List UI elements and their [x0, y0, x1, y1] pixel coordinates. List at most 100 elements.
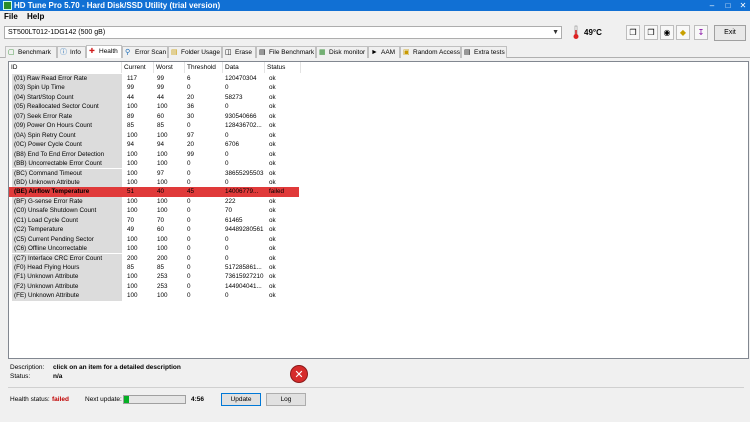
raw-data: 120470304 — [225, 75, 257, 82]
save-button[interactable]: ↧ — [694, 25, 708, 40]
copy-info-button[interactable]: ❐ — [626, 25, 640, 40]
table-row[interactable]: (C0) Unsafe Shutdown Count 100 100 0 70 ok — [9, 206, 299, 216]
maximize-button[interactable]: □ — [720, 0, 736, 11]
table-row[interactable]: (C1) Load Cycle Count 70 70 0 61465 ok — [9, 215, 299, 226]
worst-value: 100 — [157, 207, 168, 215]
chevron-down-icon: ▼ — [552, 29, 559, 36]
table-row[interactable]: (C5) Current Pending Sector 100 100 0 0 ok — [9, 234, 299, 245]
table-row[interactable]: (B8) End To End Error Detection 100 100 99 0… — [9, 149, 299, 159]
table-row[interactable]: (07) Seek Error Rate 89 60 30 930540666 ok — [9, 111, 299, 122]
log-button[interactable]: Log — [266, 393, 306, 406]
window-title: HD Tune Pro 5.70 - Hard Disk/SSD Utility… — [14, 1, 221, 10]
table-row[interactable]: (03) Spin Up Time 99 99 0 0 ok — [9, 83, 299, 93]
table-row[interactable]: (C2) Temperature 49 60 0 94489280561 ok — [9, 225, 299, 235]
raw-data: 0 — [225, 131, 229, 139]
column-header-worst[interactable]: Worst — [154, 62, 185, 73]
table-row[interactable]: (BE) Airflow Temperature 51 40 45 14006779..… — [9, 187, 299, 197]
raw-data: 6706 — [225, 141, 240, 149]
file-icon: ▤ — [259, 49, 266, 56]
random-icon: ▣ — [403, 49, 410, 56]
tab-random-access[interactable]: ▣ Random Access — [400, 46, 461, 58]
attr-id: (BE) Airflow Temperature — [12, 187, 122, 197]
threshold-value: 0 — [187, 84, 191, 92]
menu-file[interactable]: File — [4, 12, 18, 21]
attr-id: (B8) End To End Error Detection — [12, 149, 122, 159]
attr-id: (0A) Spin Retry Count — [12, 130, 122, 141]
tab-folder-usage[interactable]: ▤ Folder Usage — [168, 46, 222, 58]
attr-id: (05) Reallocated Sector Count — [12, 102, 122, 112]
raw-data: 70 — [225, 207, 233, 215]
current-value: 100 — [127, 169, 138, 177]
table-row[interactable]: (BF) G-sense Error Rate 100 100 0 222 ok — [9, 196, 299, 207]
exit-button[interactable]: Exit — [714, 25, 746, 41]
tab-error-scan[interactable]: ⚲ Error Scan — [122, 46, 168, 58]
threshold-value: 0 — [187, 197, 191, 205]
tab-extra-tests[interactable]: ▤ Extra tests — [461, 46, 507, 58]
column-header-id[interactable]: ID — [9, 62, 122, 73]
table-row[interactable]: (04) Start/Stop Count 44 44 20 58273 ok — [9, 92, 299, 103]
table-row[interactable]: (05) Reallocated Sector Count 100 100 36 0 ok — [9, 102, 299, 112]
current-value: 70 — [127, 216, 135, 224]
current-value: 100 — [127, 160, 138, 168]
threshold-value: 0 — [187, 207, 191, 215]
minimize-button[interactable]: – — [704, 0, 720, 11]
table-row[interactable]: (BC) Command Timeout 100 97 0 38655295503 ok — [9, 168, 299, 178]
tab-file-benchmark[interactable]: ▤ File Benchmark — [256, 46, 316, 58]
table-row[interactable]: (0A) Spin Retry Count 100 100 97 0 ok — [9, 130, 299, 141]
tab-health[interactable]: ✚ Health — [86, 45, 122, 58]
attr-id: (BF) G-sense Error Rate — [12, 196, 122, 207]
tab-disk-monitor[interactable]: ▦ Disk monitor — [316, 46, 368, 58]
table-row[interactable]: (C6) Offline Uncorrectable 100 100 0 0 ok — [9, 244, 299, 254]
screenshot-button[interactable]: ◉ — [660, 25, 674, 40]
threshold-value: 0 — [187, 226, 191, 234]
status-value: n/a — [53, 373, 63, 380]
column-header-current[interactable]: Current — [122, 62, 154, 73]
table-row[interactable]: (09) Power On Hours Count 85 85 0 128436702.… — [9, 121, 299, 131]
attr-status: failed — [269, 188, 285, 196]
options-icon: ◆ — [679, 28, 687, 37]
worst-value: 60 — [157, 112, 165, 120]
current-value: 94 — [127, 141, 135, 149]
drive-select[interactable]: ST500LT012-1DG142 (500 gB) ▼ — [4, 26, 562, 39]
current-value: 100 — [127, 292, 138, 300]
update-button[interactable]: Update — [221, 393, 261, 406]
column-header-data[interactable]: Data — [223, 62, 265, 73]
update-progress-fill — [124, 396, 129, 403]
worst-value: 100 — [157, 197, 168, 205]
tab-label: Erase — [235, 49, 252, 56]
threshold-value: 20 — [187, 141, 195, 149]
table-row[interactable]: (0C) Power Cycle Count 94 94 20 6706 ok — [9, 140, 299, 150]
thermometer-icon — [573, 25, 579, 39]
attr-status: ok — [269, 292, 276, 300]
table-row[interactable]: (FE) Unknown Attribute 100 100 0 0 ok — [9, 291, 299, 301]
attr-id: (0C) Power Cycle Count — [12, 140, 122, 150]
tab-info[interactable]: ⓘ Info — [57, 46, 86, 58]
table-row[interactable]: (C7) Interface CRC Error Count 200 200 0 0 ok — [9, 253, 299, 263]
tab-erase[interactable]: ◫ Erase — [222, 46, 256, 58]
attr-status: ok — [269, 160, 276, 168]
menu-help[interactable]: Help — [27, 12, 44, 21]
table-row[interactable]: (BD) Unknown Attribute 100 100 0 0 ok — [9, 177, 299, 188]
table-row[interactable]: (01) Raw Read Error Rate 117 99 6 120470304 o… — [9, 74, 299, 84]
current-value: 99 — [127, 84, 135, 92]
tab-aam[interactable]: ► AAM — [368, 46, 400, 58]
worst-value: 100 — [157, 292, 168, 300]
worst-value: 100 — [157, 160, 168, 168]
column-header-status[interactable]: Status — [265, 62, 301, 73]
table-row[interactable]: (F2) Unknown Attribute 100 253 0 144904041..… — [9, 281, 299, 292]
table-row[interactable]: (F1) Unknown Attribute 100 253 0 73615927210… — [9, 272, 299, 282]
raw-data: 144904041... — [225, 282, 262, 290]
close-window-button[interactable]: ✕ — [735, 0, 750, 11]
column-header-threshold[interactable]: Threshold — [185, 62, 223, 73]
smart-attributes-table[interactable]: ID Current Worst Threshold Data Status (… — [8, 61, 749, 359]
worst-value: 40 — [157, 188, 165, 196]
tab-benchmark[interactable]: ▢ Benchmark — [5, 46, 57, 58]
title-bar: HD Tune Pro 5.70 - Hard Disk/SSD Utility… — [0, 0, 750, 11]
worst-value: 100 — [157, 245, 168, 253]
table-row[interactable]: (BB) Uncorrectable Error Count 100 100 0 0 ok — [9, 159, 299, 169]
options-button[interactable]: ◆ — [676, 25, 690, 40]
raw-data: 0 — [225, 254, 229, 262]
current-value: 100 — [127, 103, 138, 111]
table-row[interactable]: (F0) Head Flying Hours 85 85 0 517285861... o… — [9, 263, 299, 273]
copy-all-button[interactable]: ❐ — [644, 25, 658, 40]
